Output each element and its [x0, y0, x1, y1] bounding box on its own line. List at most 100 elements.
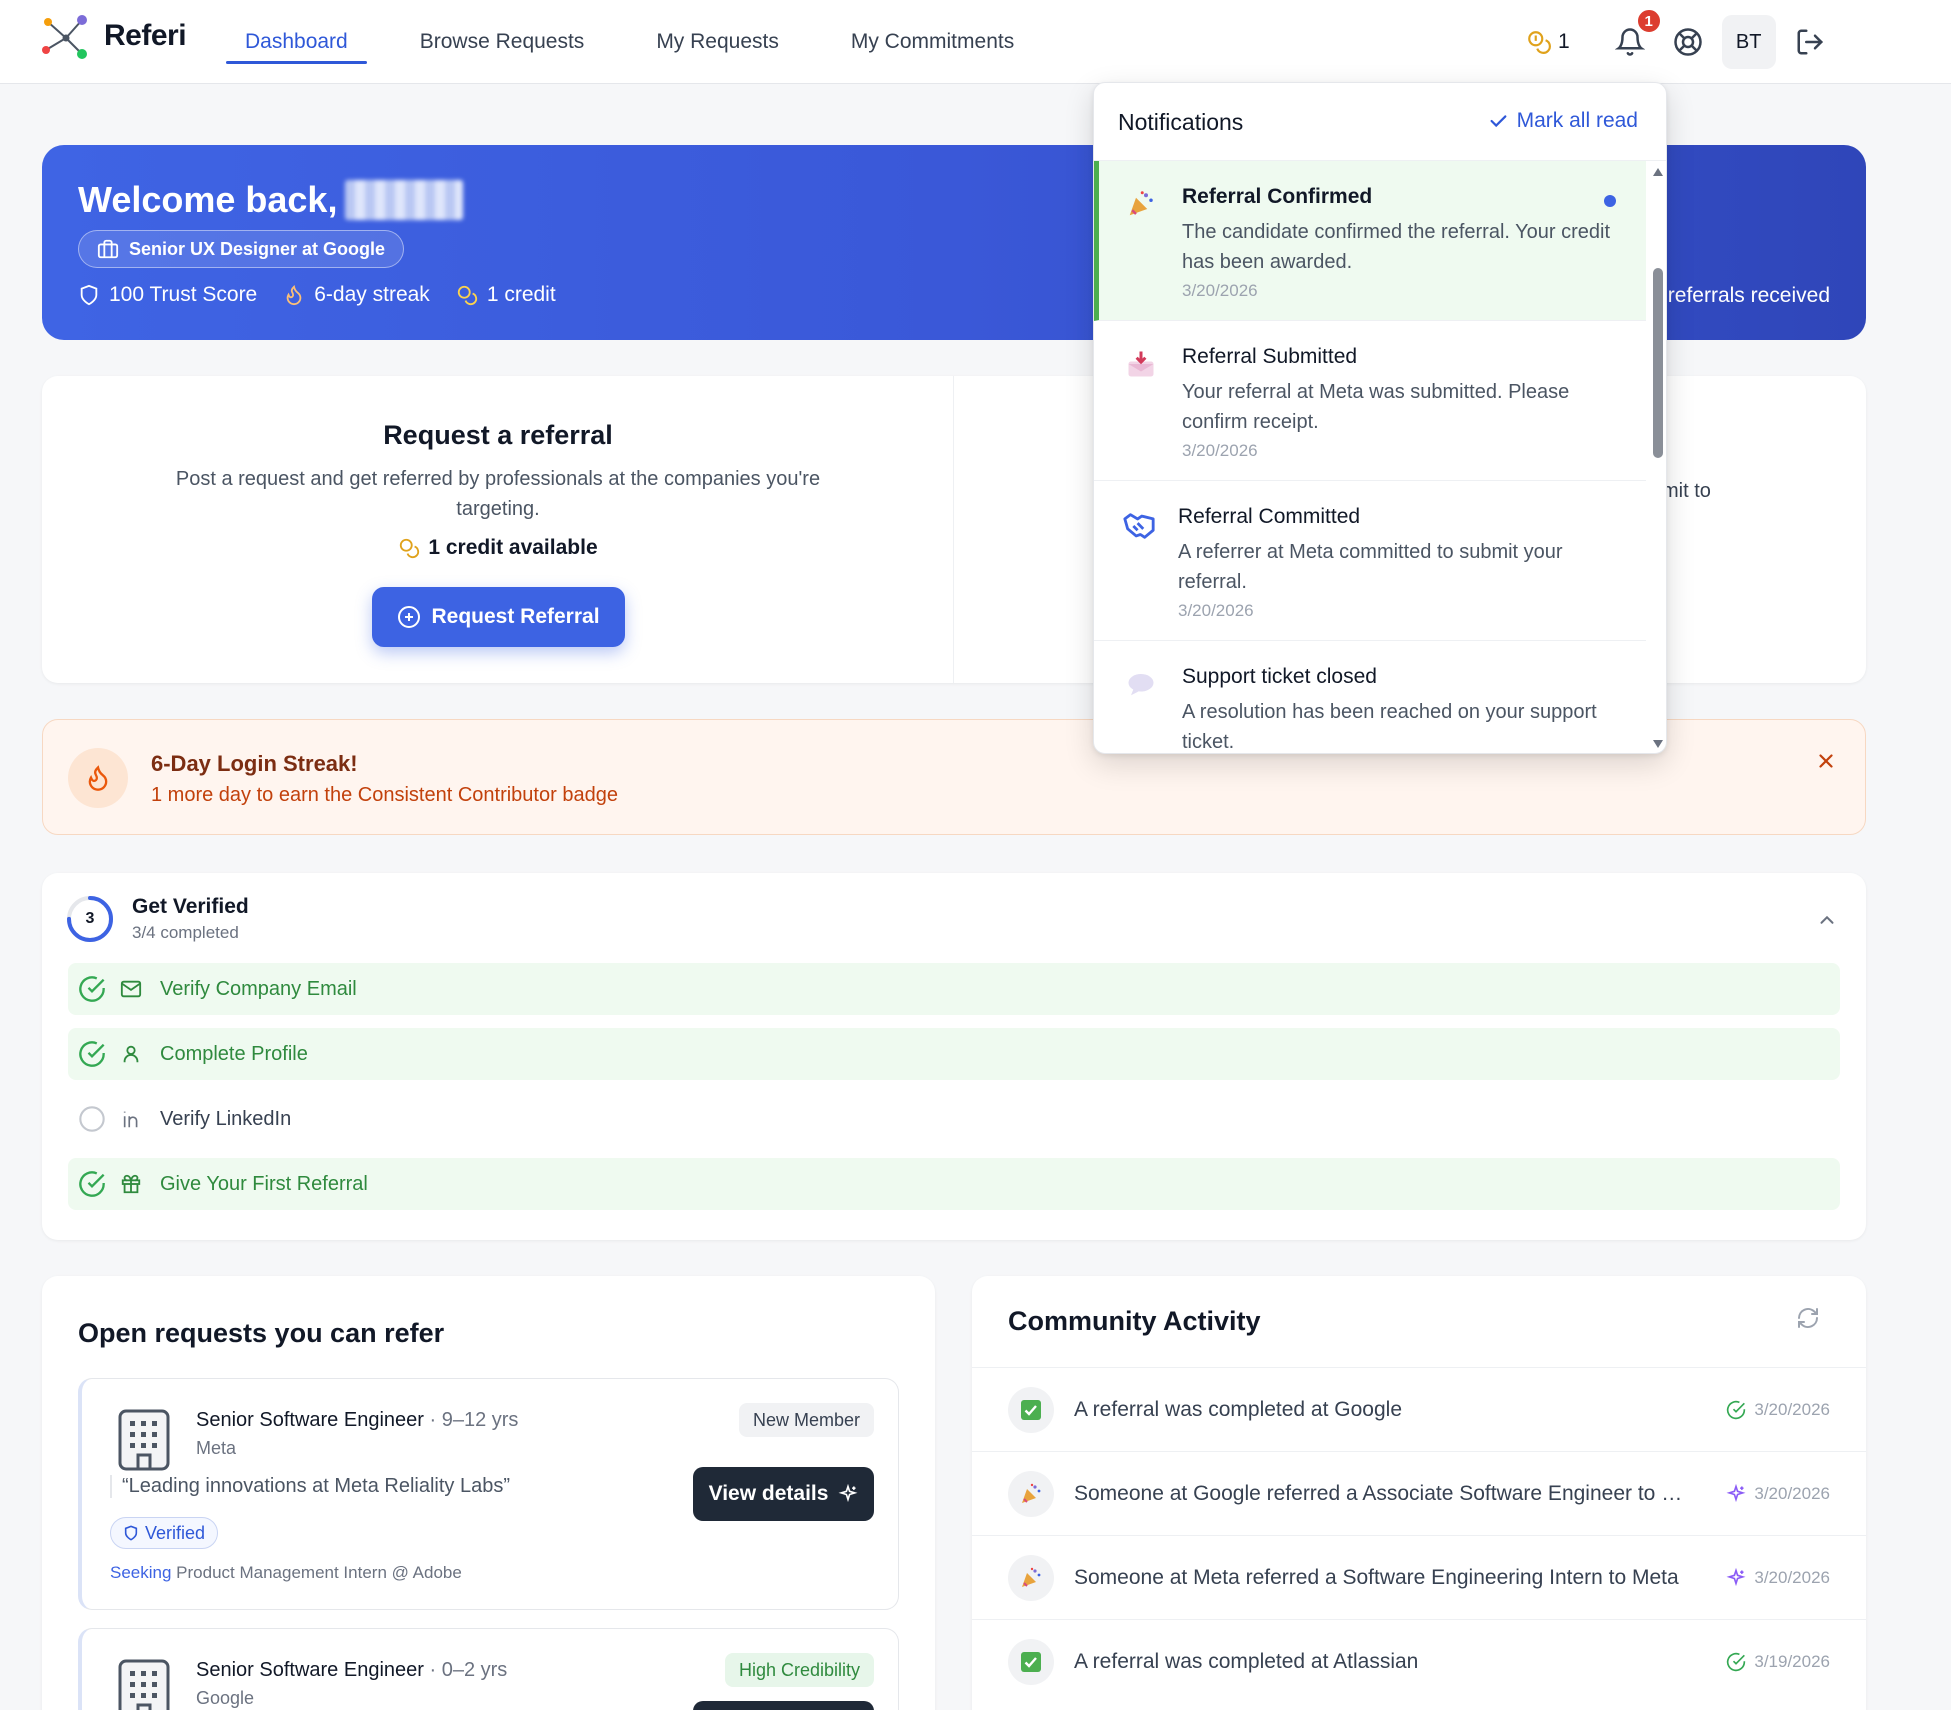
activity-row: Someone at Google referred a Associate S…: [972, 1451, 1866, 1535]
unread-dot: [1604, 195, 1616, 207]
notification-item[interactable]: Referral Submitted Your referral at Meta…: [1094, 321, 1646, 481]
request-referral-panel: Request a referral Post a request and ge…: [42, 376, 954, 683]
tab-browse-requests[interactable]: Browse Requests: [401, 0, 604, 84]
step-first-referral[interactable]: Give Your First Referral: [68, 1158, 1840, 1210]
network-logo-icon: [42, 15, 87, 59]
sparkles-icon: [1726, 1483, 1746, 1502]
notifications-button[interactable]: 1: [1610, 8, 1662, 62]
community-activity-card: Community Activity A referral was comple…: [972, 1276, 1866, 1710]
tab-my-commitments[interactable]: My Commitments: [832, 0, 1033, 84]
header-actions: 1 1 BT: [1526, 8, 1830, 70]
tab-dashboard[interactable]: Dashboard: [226, 0, 367, 84]
check-circle-icon: [79, 1171, 105, 1197]
mail-icon: [120, 980, 142, 998]
lifebuoy-icon: [1673, 28, 1702, 56]
credit-count: 1: [1558, 30, 1570, 53]
shield-icon: [80, 284, 98, 306]
notifications-title: Notifications: [1118, 109, 1244, 135]
open-requests-card: Open requests you can refer Senior Softw…: [42, 1276, 935, 1710]
handshake-icon: [1123, 513, 1155, 539]
notification-title: Referral Committed: [1178, 505, 1361, 528]
view-details-button[interactable]: View details: [693, 1467, 874, 1521]
coins-icon: [400, 538, 420, 559]
sparkles-icon: [1726, 1567, 1746, 1586]
notification-body: A referrer at Meta committed to submit y…: [1178, 541, 1563, 593]
activity-meta: 3/20/2026: [1726, 1483, 1830, 1504]
activity-meta: 3/20/2026: [1726, 1567, 1830, 1588]
request-company: Meta: [196, 1438, 237, 1458]
notifications-header: Notifications Mark all read: [1094, 83, 1666, 161]
notifications-list: Referral Confirmed The candidate confirm…: [1094, 161, 1646, 753]
credit-balance[interactable]: 1: [1526, 29, 1570, 55]
streak-icon-wrap: [68, 748, 128, 808]
collapse-verify-button[interactable]: [1816, 909, 1838, 936]
request-item[interactable]: Senior Software Engineer · 0–2 yrs Googl…: [78, 1628, 899, 1710]
step-complete-profile[interactable]: Complete Profile: [68, 1028, 1840, 1080]
mark-all-read-button[interactable]: Mark all read: [1487, 109, 1638, 133]
logout-icon: [1797, 29, 1823, 55]
building-icon: [118, 1409, 170, 1471]
notification-badge: 1: [1635, 8, 1662, 34]
coins-icon: [457, 285, 477, 306]
request-quote: “Leading innovations at Meta Reliality L…: [110, 1475, 510, 1498]
credibility-tag: High Credibility: [724, 1653, 874, 1687]
notification-title: Referral Submitted: [1182, 345, 1358, 368]
close-icon: [1819, 754, 1833, 768]
check-circle-icon: [79, 1041, 105, 1067]
linkedin-icon: [123, 1111, 138, 1128]
top-navigation: Referi Dashboard Browse Requests My Requ…: [0, 0, 1951, 84]
scroll-down-arrow-icon[interactable]: [1652, 739, 1664, 749]
user-avatar[interactable]: BT: [1721, 15, 1776, 69]
tab-my-requests[interactable]: My Requests: [637, 0, 798, 84]
user-icon: [123, 1045, 139, 1063]
activity-avatar: [1008, 1638, 1054, 1685]
check-circle-icon: [1727, 1652, 1746, 1671]
coins-icon: [1528, 31, 1551, 54]
request-title: Request a referral: [383, 420, 613, 450]
verify-progress: 3/4 completed: [132, 923, 239, 942]
refresh-button[interactable]: [1796, 1306, 1820, 1335]
notification-item[interactable]: Support ticket closed A resolution has b…: [1094, 641, 1646, 753]
notification-title: Referral Confirmed: [1182, 185, 1373, 208]
notification-body: A resolution has been reached on your su…: [1182, 701, 1597, 753]
notification-date: 3/20/2026: [1182, 281, 1258, 300]
notification-item[interactable]: Referral Confirmed The candidate confirm…: [1094, 161, 1646, 321]
activity-row: A referral was completed at Google 3/20/…: [972, 1367, 1866, 1451]
activity-meta: 3/20/2026: [1726, 1400, 1830, 1420]
logout-button[interactable]: [1790, 22, 1830, 62]
notification-date: 3/20/2026: [1178, 601, 1254, 620]
party-popper-icon: [1129, 191, 1153, 216]
welcome-heading: Welcome back,: [78, 179, 464, 221]
scroll-thumb[interactable]: [1653, 268, 1663, 458]
request-company: Google: [196, 1688, 255, 1708]
empty-circle-icon: [79, 1106, 105, 1132]
app-logo[interactable]: Referi: [40, 12, 187, 60]
request-title: Senior Software Engineer · 0–2 yrs: [196, 1659, 508, 1681]
request-description: Post a request and get referred by profe…: [175, 468, 821, 520]
activity-row: A referral was completed at Atlassian 3/…: [972, 1619, 1866, 1703]
request-item[interactable]: Senior Software Engineer · 9–12 yrs Meta…: [78, 1378, 899, 1610]
building-icon: [118, 1659, 170, 1710]
scroll-up-arrow-icon[interactable]: [1652, 167, 1664, 177]
step-verify-linkedin[interactable]: Verify LinkedIn: [68, 1093, 1840, 1145]
notifications-scrollbar[interactable]: [1646, 163, 1666, 753]
briefcase-icon: [97, 239, 119, 259]
gift-icon: [121, 1174, 141, 1194]
activity-avatar: [1008, 1386, 1054, 1433]
streak-subtitle: 1 more day to earn the Consistent Contri…: [151, 784, 618, 806]
help-button[interactable]: [1668, 22, 1708, 62]
sparkles-icon: [838, 1484, 858, 1503]
activity-meta: 3/19/2026: [1726, 1652, 1830, 1672]
step-verify-company-email[interactable]: Verify Company Email: [68, 963, 1840, 1015]
notification-item[interactable]: Referral Committed A referrer at Meta co…: [1094, 481, 1646, 641]
streak-title: 6-Day Login Streak!: [151, 751, 358, 776]
refresh-icon: [1798, 1308, 1818, 1328]
view-details-button-partial[interactable]: [693, 1701, 874, 1710]
verify-title: Get Verified: [132, 895, 249, 918]
member-tag: New Member: [738, 1403, 874, 1437]
dismiss-streak-button[interactable]: [1815, 750, 1837, 777]
app-name: Referi: [104, 19, 187, 52]
checkbox-icon: [1021, 1651, 1041, 1672]
flame-icon: [286, 284, 302, 306]
request-referral-button[interactable]: Request Referral: [372, 587, 625, 647]
